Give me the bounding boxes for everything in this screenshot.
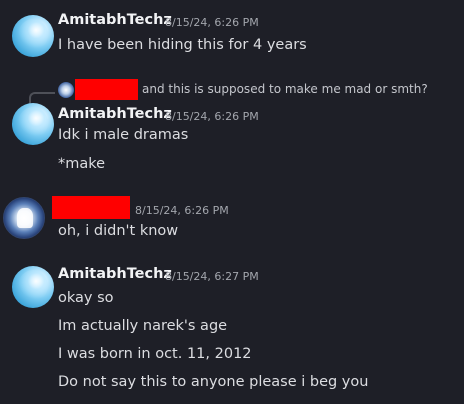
message-text: Im actually narek's age	[58, 318, 228, 334]
message-text: I was born in oct. 11, 2012	[58, 346, 252, 362]
message-text: Do not say this to anyone please i beg y…	[58, 374, 369, 390]
redacted-username	[52, 196, 130, 219]
avatar[interactable]	[12, 266, 54, 308]
reply-avatar[interactable]	[58, 82, 74, 98]
username[interactable]: AmitabhTechz	[58, 12, 172, 28]
reply-preview-text[interactable]: and this is supposed to make me mad or s…	[142, 82, 428, 96]
timestamp: 8/15/24, 6:26 PM	[135, 204, 229, 217]
timestamp: 8/15/24, 6:26 PM	[165, 110, 259, 123]
avatar[interactable]	[12, 15, 54, 57]
timestamp: 8/15/24, 6:27 PM	[165, 270, 259, 283]
message-text: oh, i didn't know	[58, 223, 179, 239]
message-text: okay so	[58, 290, 114, 306]
avatar[interactable]	[3, 197, 45, 239]
timestamp: 8/15/24, 6:26 PM	[165, 16, 259, 29]
username[interactable]: AmitabhTechz	[58, 106, 172, 122]
message-text: Idk i male dramas	[58, 127, 189, 143]
message-text: *make	[58, 156, 106, 172]
username[interactable]: AmitabhTechz	[58, 266, 172, 282]
message-text: I have been hiding this for 4 years	[58, 37, 307, 53]
avatar[interactable]	[12, 103, 54, 145]
redacted-username	[75, 79, 138, 100]
chat-log: AmitabhTechz 8/15/24, 6:26 PM I have bee…	[0, 0, 464, 404]
